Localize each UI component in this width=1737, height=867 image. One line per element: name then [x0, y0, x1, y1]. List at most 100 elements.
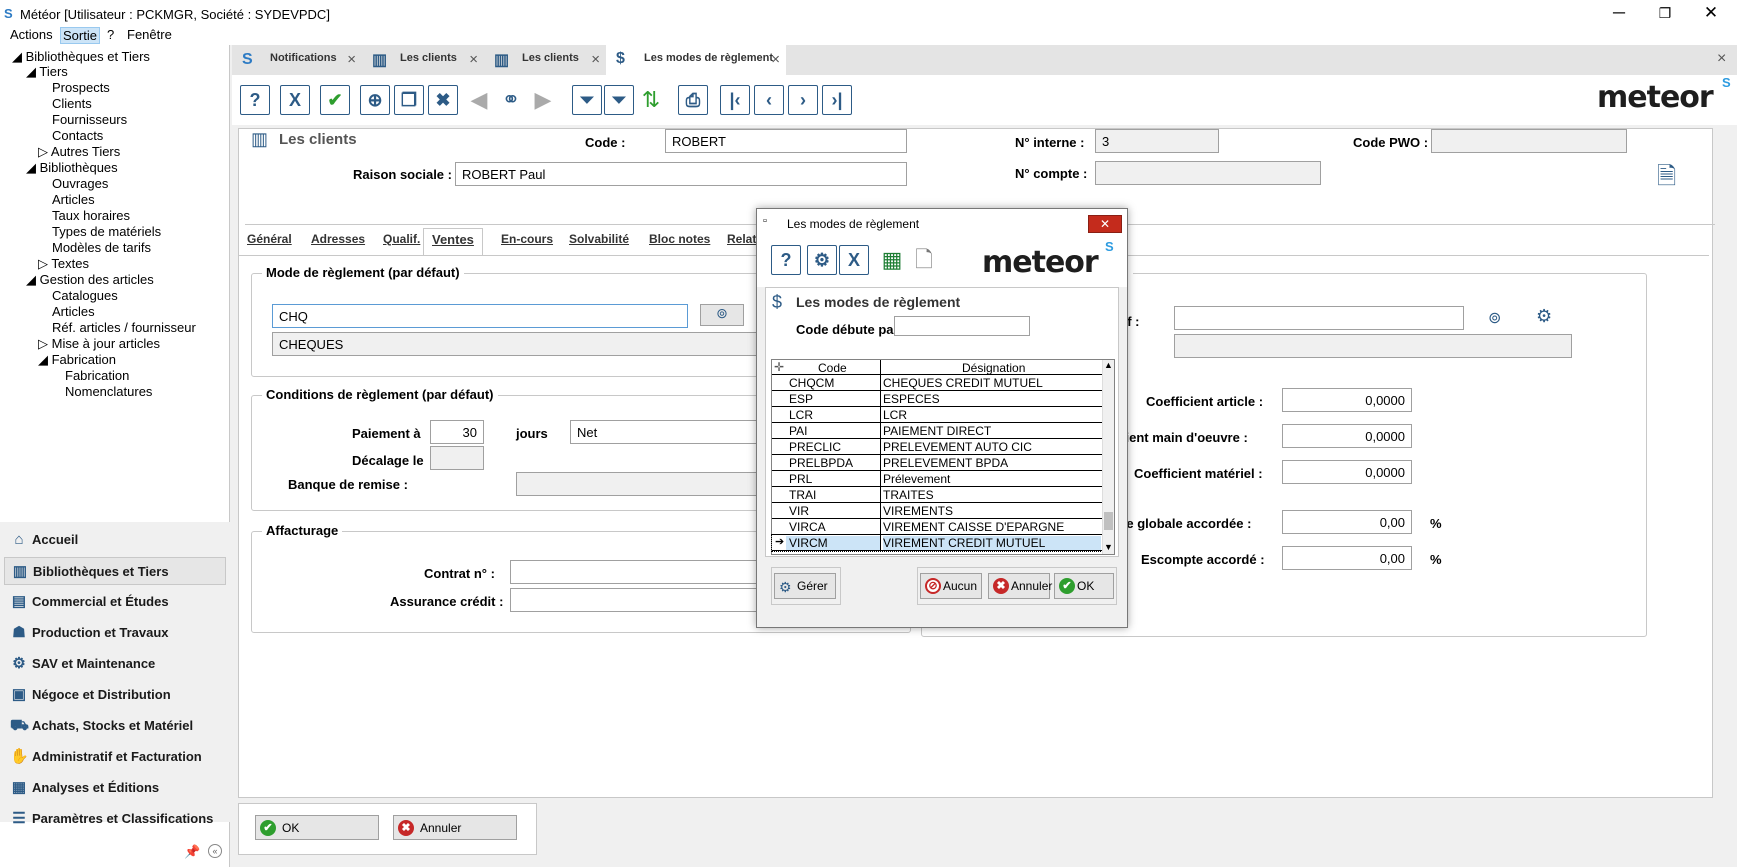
tab-modes-reglement[interactable]: $ Les modes de règlement ×	[606, 45, 786, 75]
arrow-right-icon[interactable]: ▶	[528, 85, 558, 115]
close-tab-icon[interactable]: ×	[347, 51, 356, 68]
menu-help[interactable]: ?	[105, 27, 116, 42]
validate-button[interactable]: ✔	[320, 85, 350, 115]
tree-item[interactable]: Catalogues	[52, 288, 118, 303]
grid-scrollbar[interactable]: ▲ ▼	[1102, 360, 1114, 554]
menu-fenetre[interactable]: Fenêtre	[125, 27, 174, 42]
tarif-field[interactable]	[1174, 306, 1464, 330]
tree-item[interactable]: ◢ Bibliothèques	[26, 160, 118, 176]
aucun-button[interactable]: ⊘ Aucun	[920, 573, 982, 599]
tree-item[interactable]: ▷ Mise à jour articles	[38, 336, 160, 352]
search-button[interactable]: ⊚	[700, 304, 744, 326]
search-icon[interactable]: ⊚	[1488, 308, 1501, 328]
previous-record-button[interactable]: ‹	[754, 85, 784, 115]
tab-notifications[interactable]: S Notifications ×	[232, 45, 362, 75]
tree-item[interactable]: Fabrication	[65, 368, 129, 383]
scroll-down-icon[interactable]: ▼	[1104, 542, 1113, 552]
help-button[interactable]: ?	[240, 85, 270, 115]
module-commercial[interactable]: ▤ Commercial et Études	[4, 588, 226, 616]
add-button[interactable]: ⊕	[360, 85, 390, 115]
table-row[interactable]: PRECLIC PRELEVEMENT AUTO CIC	[772, 439, 1102, 455]
table-row[interactable]: VIRCA VIREMENT CAISSE D'EPARGNE	[772, 519, 1102, 535]
copy-button[interactable]: ❐	[394, 85, 424, 115]
tab-clients-2[interactable]: ▥ Les clients ×	[484, 45, 606, 75]
tree-item[interactable]: Prospects	[52, 80, 110, 95]
close-all-icon[interactable]: ×	[1717, 50, 1726, 68]
tree-item[interactable]: Contacts	[52, 128, 103, 143]
module-achats[interactable]: ⛟ Achats, Stocks et Matériel	[4, 712, 226, 740]
tree-item[interactable]: ◢ Tiers	[26, 64, 68, 80]
module-production[interactable]: ☗ Production et Travaux	[4, 619, 226, 647]
tree-item[interactable]: Articles	[52, 192, 95, 207]
close-window-button[interactable]: ✕	[1688, 0, 1734, 28]
binoculars-icon[interactable]: ⚭	[496, 85, 526, 115]
table-row[interactable]: VIR VIREMENTS	[772, 503, 1102, 519]
raison-sociale-field[interactable]: ROBERT Paul	[455, 162, 907, 186]
tab-bloc-notes[interactable]: Bloc notes	[649, 232, 710, 246]
coef-article-field[interactable]: 0,0000	[1282, 388, 1412, 412]
table-row[interactable]: LCR LCR	[772, 407, 1102, 423]
arrow-left-icon[interactable]: ◀	[464, 85, 494, 115]
attachment-icon[interactable]: 🗋	[909, 245, 939, 275]
tree-item[interactable]: Nomenclatures	[65, 384, 152, 399]
close-tab-icon[interactable]: ×	[771, 51, 780, 68]
menu-sortie[interactable]: Sortie	[60, 27, 100, 44]
tree-item[interactable]: Modèles de tarifs	[52, 240, 151, 255]
excel-export-button[interactable]: X	[839, 245, 869, 275]
tab-qualif[interactable]: Qualif.	[383, 232, 420, 246]
mode-code-field[interactable]: CHQ	[272, 304, 688, 328]
table-row[interactable]: PRL Prélevement	[772, 471, 1102, 487]
first-record-button[interactable]: |‹	[720, 85, 750, 115]
tree-item[interactable]: Fournisseurs	[52, 112, 127, 127]
filter-button[interactable]: ⏷	[572, 85, 602, 115]
document-icon[interactable]: 🗎	[1657, 159, 1676, 200]
cancel-button[interactable]: ✖ Annuler	[393, 815, 517, 840]
dialog-ok-button[interactable]: ✔ OK	[1054, 573, 1114, 599]
module-accueil[interactable]: ⌂ Accueil	[4, 526, 226, 554]
table-row[interactable]: CHQCM CHEQUES CREDIT MUTUEL	[772, 375, 1102, 391]
module-bibliotheques[interactable]: ▥ Bibliothèques et Tiers	[4, 557, 226, 585]
table-row[interactable]: TRAI TRAITES	[772, 487, 1102, 503]
tree-item[interactable]: Ouvrages	[52, 176, 108, 191]
tree-item[interactable]: Taux horaires	[52, 208, 130, 223]
tree-item[interactable]: ◢ Fabrication	[38, 352, 116, 368]
tab-relations[interactable]: Relat	[727, 232, 756, 246]
help-button[interactable]: ?	[771, 245, 801, 275]
tab-general[interactable]: Général	[247, 232, 292, 246]
table-row[interactable]: ➔ VIRCM VIREMENT CREDIT MUTUEL	[771, 534, 1103, 552]
tree-item[interactable]: ▷ Textes	[38, 256, 89, 272]
excel-button[interactable]: X	[280, 85, 310, 115]
filter-input[interactable]	[894, 316, 1030, 336]
ok-button[interactable]: ✔ OK	[255, 815, 379, 840]
gear-icon[interactable]: ⚙	[1536, 306, 1552, 327]
tree-item[interactable]: ▷ Autres Tiers	[38, 144, 120, 160]
menu-actions[interactable]: Actions	[8, 27, 55, 42]
table-row[interactable]: ESP ESPECES	[772, 391, 1102, 407]
tab-adresses[interactable]: Adresses	[311, 232, 365, 246]
close-tab-icon[interactable]: ×	[469, 51, 478, 68]
remise-field[interactable]: 0,00	[1282, 510, 1412, 534]
table-row[interactable]: PRELBPDA PRELEVEMENT BPDA	[772, 455, 1102, 471]
pin-icon[interactable]: 📌	[184, 844, 200, 860]
dialog-cancel-button[interactable]: ✖ Annuler	[988, 573, 1052, 599]
tree-item[interactable]: Types de matériels	[52, 224, 161, 239]
settings-button[interactable]: ⚙	[807, 245, 837, 275]
module-sav[interactable]: ⚙ SAV et Maintenance	[4, 650, 226, 678]
tree-item[interactable]: ◢ Gestion des articles	[26, 272, 154, 288]
tab-clients-1[interactable]: ▥ Les clients ×	[362, 45, 484, 75]
tab-ventes[interactable]: Ventes	[423, 228, 483, 255]
tab-en-cours[interactable]: En-cours	[501, 232, 553, 246]
maximize-button[interactable]: ❐	[1642, 0, 1688, 28]
next-record-button[interactable]: ›	[788, 85, 818, 115]
table-row[interactable]: PAI PAIEMENT DIRECT	[772, 423, 1102, 439]
tab-solvabilite[interactable]: Solvabilité	[569, 232, 629, 246]
tree-item[interactable]: ◢ Bibliothèques et Tiers	[12, 49, 150, 65]
escompte-field[interactable]: 0,00	[1282, 546, 1412, 570]
collapse-icon[interactable]: «	[208, 844, 222, 858]
delete-button[interactable]: ✖	[428, 85, 458, 115]
minimize-button[interactable]: ─	[1596, 0, 1642, 28]
tree-item[interactable]: Clients	[52, 96, 92, 111]
jours-field[interactable]: 30	[430, 420, 484, 444]
module-administratif[interactable]: ✋ Administratif et Facturation	[4, 743, 226, 771]
sort-icon[interactable]: ⇅	[636, 85, 666, 115]
